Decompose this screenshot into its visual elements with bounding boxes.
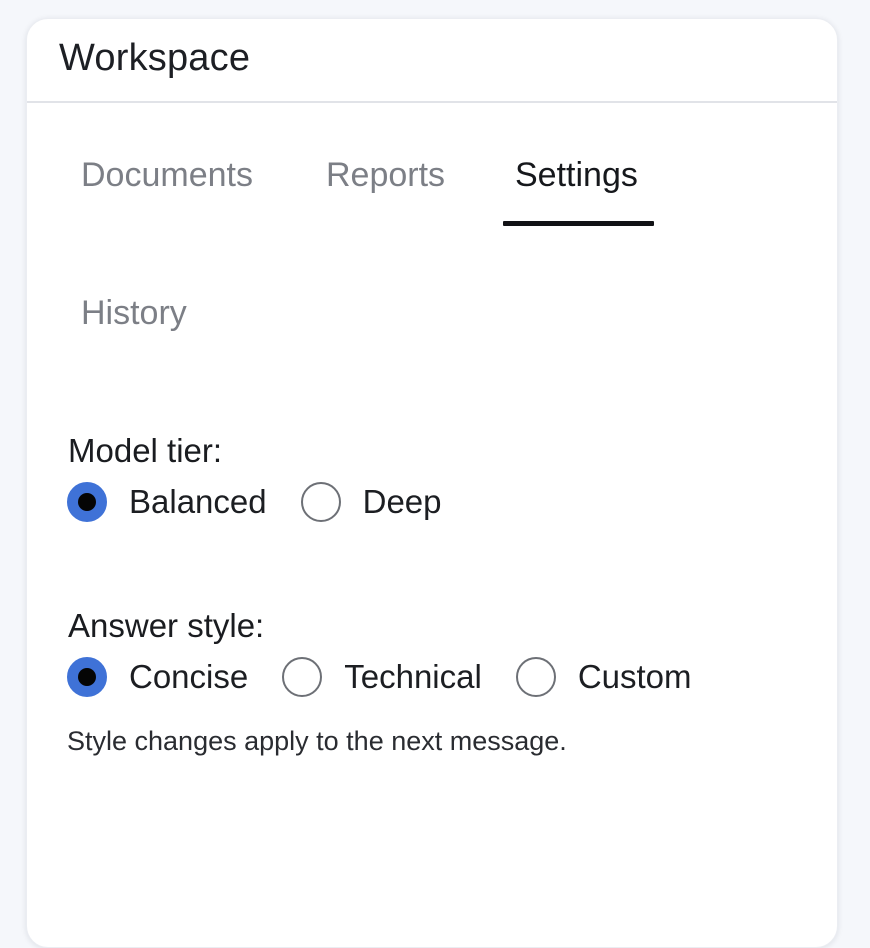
answer-style-technical-label: Technical	[344, 658, 482, 695]
radio-unselected-icon	[282, 657, 323, 697]
answer-style-radio-group: Concise Technical Custom	[67, 655, 726, 699]
tab-bar: Documents Reports Settings History	[27, 103, 837, 353]
style-change-hint: Style changes apply to the next message.	[67, 726, 567, 756]
radio-dot-icon	[78, 493, 96, 511]
model-tier-balanced-label: Balanced	[129, 483, 267, 520]
panel-header: Workspace	[27, 19, 837, 103]
active-tab-indicator	[503, 221, 654, 226]
radio-unselected-icon	[515, 657, 556, 697]
tab-settings[interactable]: Settings	[515, 156, 638, 195]
model-tier-radio-group: Balanced Deep	[67, 480, 476, 524]
answer-style-label: Answer style:	[68, 607, 265, 644]
answer-style-custom-radio[interactable]: Custom	[515, 657, 692, 697]
model-tier-deep-radio[interactable]: Deep	[300, 482, 442, 522]
radio-dot-icon	[78, 668, 96, 686]
tab-documents[interactable]: Documents	[81, 156, 253, 195]
radio-unselected-icon	[300, 482, 341, 522]
model-tier-label: Model tier:	[68, 432, 223, 469]
answer-style-concise-radio[interactable]: Concise	[67, 657, 248, 697]
model-tier-balanced-radio[interactable]: Balanced	[67, 482, 267, 522]
tab-history[interactable]: History	[81, 294, 187, 333]
model-tier-deep-label: Deep	[362, 483, 442, 520]
answer-style-technical-radio[interactable]: Technical	[282, 657, 482, 697]
panel-title: Workspace	[59, 36, 251, 79]
answer-style-custom-label: Custom	[577, 658, 692, 695]
radio-selected-icon	[67, 657, 107, 697]
workspace-panel: Workspace Documents Reports Settings His…	[26, 18, 838, 948]
answer-style-concise-label: Concise	[129, 658, 249, 695]
radio-selected-icon	[67, 482, 107, 522]
tab-reports[interactable]: Reports	[326, 156, 445, 195]
